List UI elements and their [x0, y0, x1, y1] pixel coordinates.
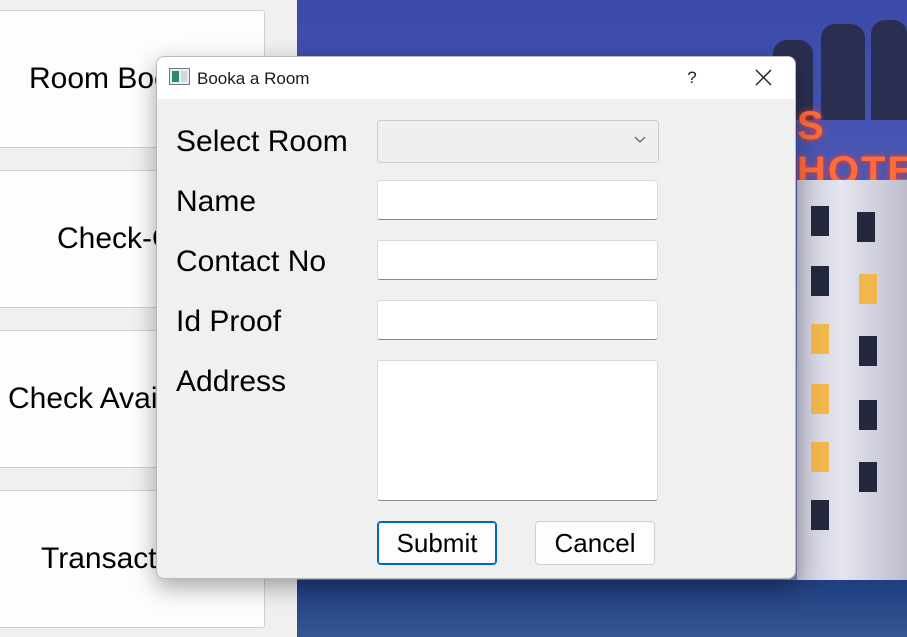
cancel-button[interactable]: Cancel	[535, 521, 655, 565]
select-room-dropdown[interactable]	[377, 120, 659, 163]
window-shape	[811, 266, 829, 296]
contact-no-input[interactable]	[377, 240, 658, 280]
address-label: Address	[176, 365, 287, 398]
help-button[interactable]: ?	[677, 66, 707, 90]
app-root: Room Booking Check-Out Check Availabilit…	[0, 0, 907, 637]
window-shape	[859, 462, 877, 492]
window-shape	[811, 384, 829, 414]
contact-no-label: Contact No	[176, 245, 327, 278]
dialog-title: Booka a Room	[197, 69, 310, 88]
close-button[interactable]	[741, 63, 785, 93]
chevron-down-icon	[634, 136, 646, 143]
dialog-titlebar[interactable]: Booka a Room ?	[157, 57, 795, 99]
window-shape	[859, 400, 877, 430]
book-room-dialog: Booka a Room ? Select Room Name Contact …	[156, 56, 796, 579]
id-proof-label: Id Proof	[176, 305, 282, 338]
window-shape	[811, 442, 829, 472]
name-label: Name	[176, 185, 257, 218]
close-icon	[755, 69, 771, 86]
window-shape	[811, 500, 829, 530]
id-proof-input[interactable]	[377, 300, 658, 340]
window-shape	[811, 324, 829, 354]
name-input[interactable]	[377, 180, 658, 220]
pool-area	[297, 580, 907, 637]
app-window-icon	[169, 68, 190, 85]
submit-button[interactable]: Submit	[377, 521, 497, 565]
window-shape	[811, 206, 829, 236]
select-room-label: Select Room	[176, 125, 348, 158]
window-shape	[859, 274, 877, 304]
window-shape	[859, 336, 877, 366]
address-textarea[interactable]	[377, 360, 658, 501]
window-shape	[857, 212, 875, 242]
